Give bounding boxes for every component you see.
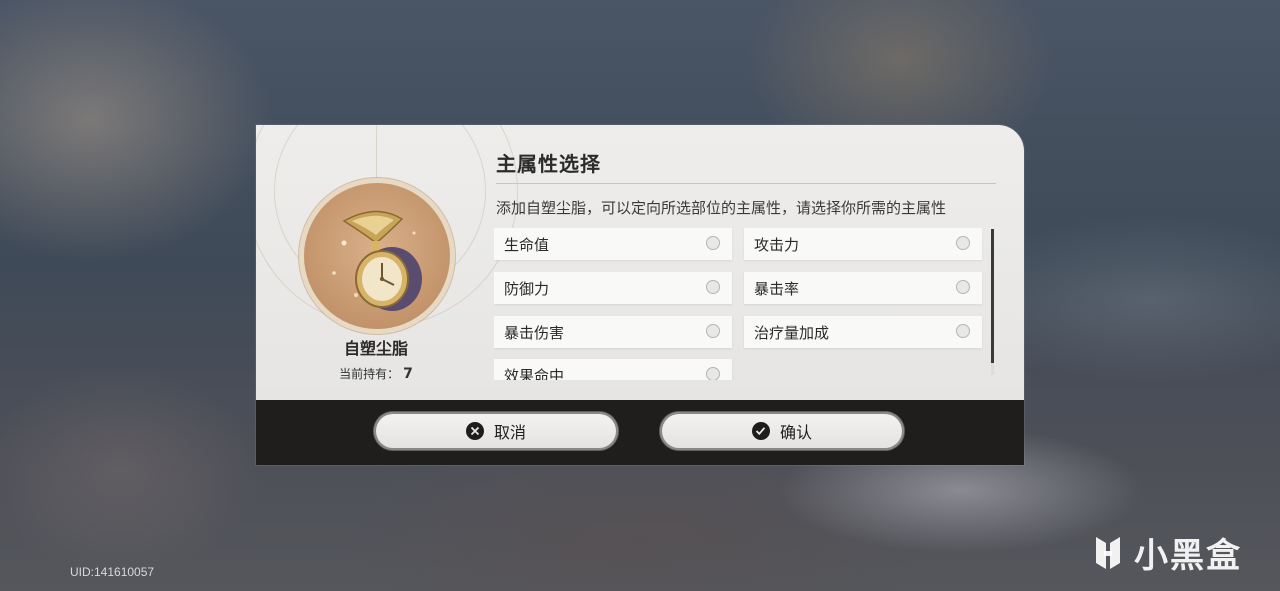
heybox-logo-icon (1096, 536, 1120, 569)
radio-button[interactable] (706, 280, 720, 294)
cancel-label: 取消 (493, 423, 526, 442)
radio-button[interactable] (706, 324, 720, 338)
option-label: 暴击伤害 (504, 324, 565, 342)
option-def[interactable]: 防御力 (494, 272, 732, 304)
option-label: 生命值 (504, 236, 550, 254)
confirm-button[interactable]: 确认 (660, 412, 904, 450)
dialog-footer: 取消 确认 (256, 400, 1024, 465)
option-atk[interactable]: 攻击力 (744, 228, 982, 260)
check-icon (751, 422, 770, 440)
watermark: 小黑盒 (1088, 528, 1242, 577)
option-label: 防御力 (504, 280, 550, 298)
option-label: 暴击率 (754, 280, 800, 298)
option-label: 攻击力 (754, 236, 800, 254)
title-divider (496, 183, 996, 184)
option-effect-hit[interactable]: 效果命中 (494, 359, 732, 380)
decorative-line (376, 125, 377, 185)
option-crit-dmg[interactable]: 暴击伤害 (494, 316, 732, 348)
confirm-label: 确认 (779, 423, 812, 442)
radio-button[interactable] (706, 367, 720, 380)
uid-label: UID:141610057 (70, 565, 155, 579)
option-hp[interactable]: 生命值 (494, 228, 732, 260)
option-crit-rate[interactable]: 暴击率 (744, 272, 982, 304)
hourglass-pocket-watch-icon (304, 183, 450, 329)
item-name: 自塑尘脂 (343, 339, 408, 358)
item-count: 当前持有： 7 (316, 365, 436, 382)
option-label: 治疗量加成 (754, 324, 830, 342)
main-stat-selection-dialog: 自塑尘脂 当前持有： 7 主属性选择 添加自塑尘脂，可以定向所选部位的主属性，请选… (256, 125, 1024, 465)
dialog-title: 主属性选择 (496, 152, 601, 176)
dialog-body: 自塑尘脂 当前持有： 7 主属性选择 添加自塑尘脂，可以定向所选部位的主属性，请选… (256, 125, 1024, 400)
item-count-label: 当前持有： (339, 367, 400, 381)
close-icon (465, 422, 484, 440)
watermark-text: 小黑盒 (1134, 536, 1242, 576)
dialog-description: 添加自塑尘脂，可以定向所选部位的主属性，请选择你所需的主属性 (496, 199, 947, 217)
item-count-value: 7 (403, 366, 413, 382)
radio-button[interactable] (956, 280, 970, 294)
option-label: 效果命中 (504, 367, 565, 380)
options-list[interactable]: 生命值 攻击力 防御力 暴击率 暴击伤害 治疗量加成 效果命中 (494, 228, 984, 380)
radio-button[interactable] (956, 236, 970, 250)
scrollbar-thumb[interactable] (991, 229, 994, 363)
cancel-button[interactable]: 取消 (374, 412, 618, 450)
option-healing-bonus[interactable]: 治疗量加成 (744, 316, 982, 348)
radio-button[interactable] (706, 236, 720, 250)
radio-button[interactable] (956, 324, 970, 338)
